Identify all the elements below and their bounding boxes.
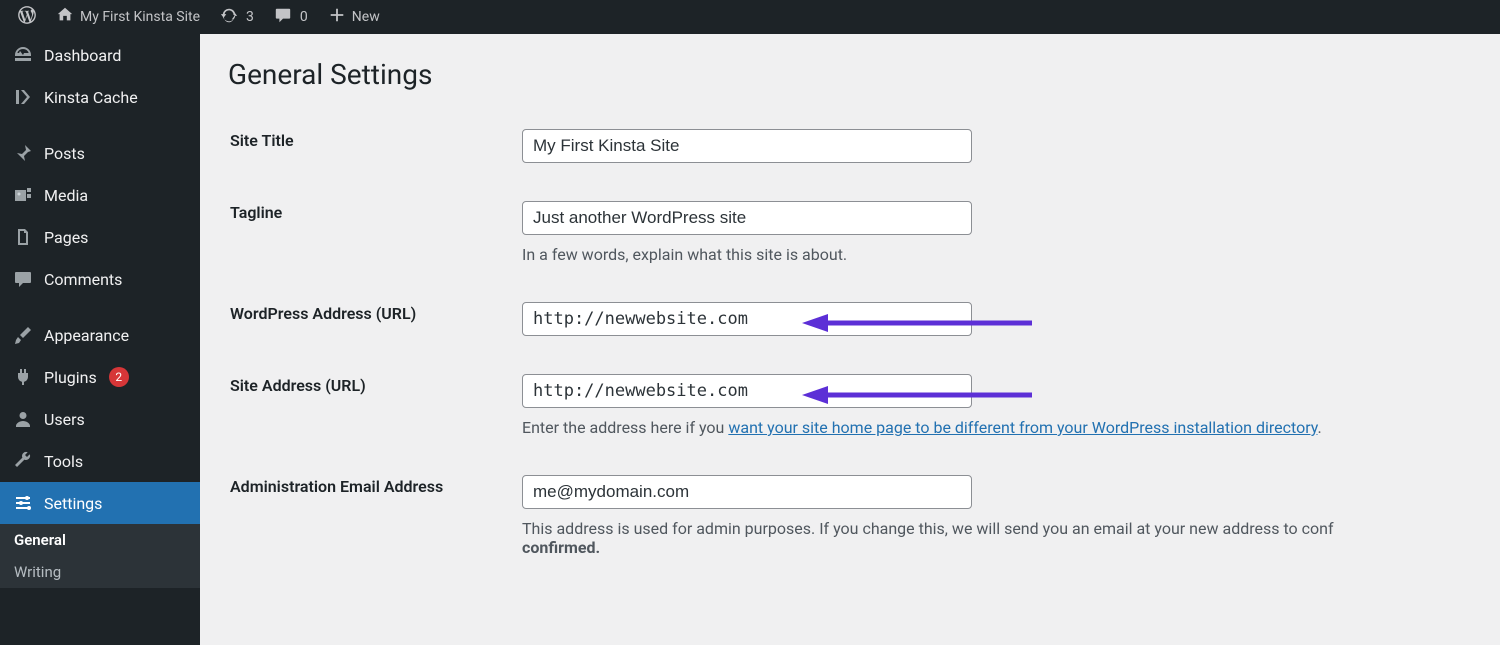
sidebar-item-plugins[interactable]: Plugins 2	[0, 356, 200, 398]
plug-icon	[12, 366, 34, 388]
updates-count: 3	[246, 9, 254, 25]
content-area: General Settings Site Title Tagline In a…	[200, 34, 1500, 645]
media-icon	[12, 184, 34, 206]
plus-icon	[328, 6, 346, 28]
wp-url-input[interactable]	[522, 302, 972, 336]
menu-label: Posts	[44, 144, 85, 163]
settings-form: Site Title Tagline In a few words, expla…	[228, 109, 1472, 577]
site-url-help-link[interactable]: want your site home page to be different…	[728, 418, 1317, 437]
wrench-icon	[12, 450, 34, 472]
new-content-button[interactable]: New	[318, 0, 390, 34]
menu-label: Comments	[44, 270, 122, 289]
menu-label: Kinsta Cache	[44, 88, 138, 107]
menu-label: Appearance	[44, 326, 129, 345]
submenu-item-writing[interactable]: Writing	[0, 556, 200, 588]
pin-icon	[12, 142, 34, 164]
sliders-icon	[12, 492, 34, 514]
admin-email-input[interactable]	[522, 475, 972, 509]
tagline-label: Tagline	[230, 183, 510, 282]
user-icon	[12, 408, 34, 430]
menu-label: Users	[44, 410, 85, 429]
pages-icon	[12, 226, 34, 248]
admin-email-description: This address is used for admin purposes.…	[522, 519, 1460, 557]
site-url-description: Enter the address here if you want your …	[522, 418, 1460, 437]
site-title-text: My First Kinsta Site	[80, 9, 200, 25]
desc-strong: confirmed.	[522, 538, 600, 557]
settings-submenu: General Writing	[0, 524, 200, 588]
sidebar-item-posts[interactable]: Posts	[0, 132, 200, 174]
menu-separator	[0, 300, 200, 314]
comments-icon	[12, 268, 34, 290]
updates-button[interactable]: 3	[210, 0, 264, 34]
sidebar-item-users[interactable]: Users	[0, 398, 200, 440]
desc-text: Enter the address here if you	[522, 418, 728, 437]
sidebar-item-kinsta-cache[interactable]: Kinsta Cache	[0, 76, 200, 118]
admin-email-label: Administration Email Address	[230, 457, 510, 575]
sidebar-item-dashboard[interactable]: Dashboard	[0, 34, 200, 76]
comments-count: 0	[300, 9, 308, 25]
menu-label: Dashboard	[44, 46, 121, 65]
wp-logo-button[interactable]	[8, 0, 46, 34]
menu-label: Pages	[44, 228, 88, 247]
menu-separator	[0, 118, 200, 132]
wp-url-label: WordPress Address (URL)	[230, 284, 510, 354]
desc-text: .	[1317, 418, 1321, 437]
sidebar-item-tools[interactable]: Tools	[0, 440, 200, 482]
refresh-icon	[220, 6, 238, 28]
sidebar-item-settings[interactable]: Settings	[0, 482, 200, 524]
admin-sidebar: Dashboard Kinsta Cache Posts Media Pages…	[0, 34, 200, 645]
tagline-input[interactable]	[522, 201, 972, 235]
sidebar-item-media[interactable]: Media	[0, 174, 200, 216]
site-name-button[interactable]: My First Kinsta Site	[46, 0, 210, 34]
brush-icon	[12, 324, 34, 346]
wordpress-icon	[18, 6, 36, 28]
site-title-label: Site Title	[230, 111, 510, 181]
plugins-update-badge: 2	[109, 367, 129, 387]
comments-button[interactable]: 0	[264, 0, 318, 34]
menu-label: Settings	[44, 494, 102, 513]
comment-icon	[274, 6, 292, 28]
page-heading: General Settings	[228, 58, 1472, 91]
site-title-input[interactable]	[522, 129, 972, 163]
site-url-input[interactable]	[522, 374, 972, 408]
dashboard-icon	[12, 44, 34, 66]
menu-label: Plugins	[44, 368, 97, 387]
menu-label: Tools	[44, 452, 83, 471]
admin-bar: My First Kinsta Site 3 0 New	[0, 0, 1500, 34]
kinsta-icon	[12, 86, 34, 108]
desc-text: This address is used for admin purposes.…	[522, 519, 1334, 538]
sidebar-item-comments[interactable]: Comments	[0, 258, 200, 300]
site-url-label: Site Address (URL)	[230, 356, 510, 455]
submenu-item-general[interactable]: General	[0, 524, 200, 556]
sidebar-item-pages[interactable]: Pages	[0, 216, 200, 258]
new-label: New	[352, 9, 380, 25]
menu-label: Media	[44, 186, 88, 205]
sidebar-item-appearance[interactable]: Appearance	[0, 314, 200, 356]
home-icon	[56, 6, 74, 28]
main-wrap: Dashboard Kinsta Cache Posts Media Pages…	[0, 34, 1500, 645]
tagline-description: In a few words, explain what this site i…	[522, 245, 1460, 264]
